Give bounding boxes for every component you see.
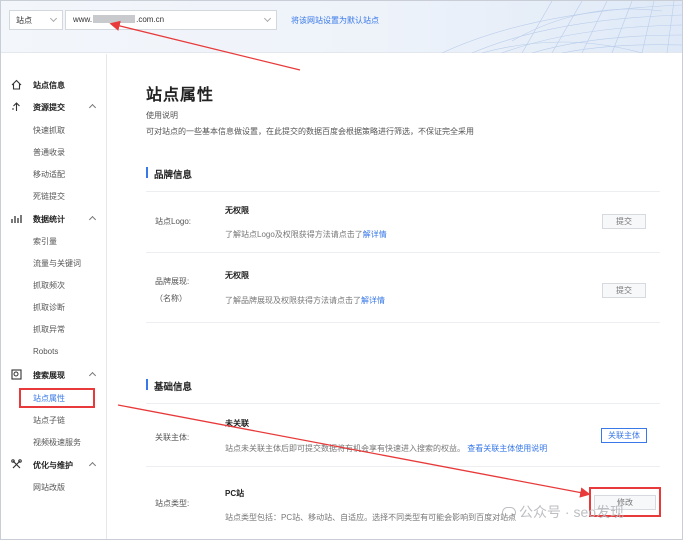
annotation-arrow bbox=[117, 404, 591, 498]
watermark-text: 公众号 · seo发现 bbox=[519, 504, 625, 520]
annotation-arrows bbox=[109, 20, 591, 498]
wechat-icon bbox=[502, 507, 516, 518]
annotation-arrow bbox=[109, 20, 301, 71]
watermark: 公众号 · seo发现 bbox=[502, 502, 624, 522]
